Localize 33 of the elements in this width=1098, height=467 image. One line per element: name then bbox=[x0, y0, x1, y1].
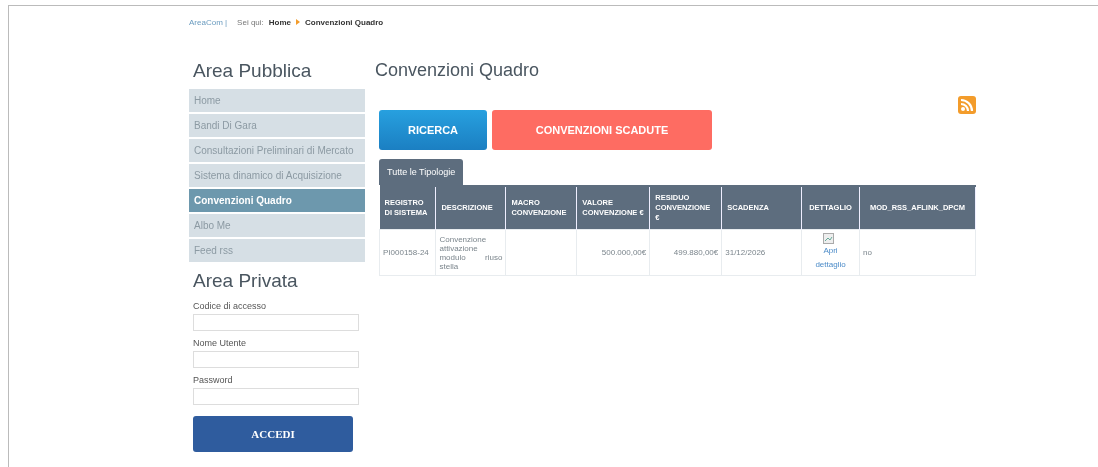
breadcrumb-link[interactable]: Home bbox=[268, 17, 291, 27]
table-cell: no bbox=[859, 229, 976, 276]
input-field[interactable] bbox=[193, 351, 359, 368]
page-title: Convenzioni Quadro bbox=[375, 60, 541, 82]
section-title: Area Privata bbox=[193, 270, 299, 293]
sidebar-item[interactable]: Bandi Di Gara bbox=[189, 114, 365, 137]
sidebar-item[interactable]: Home bbox=[189, 89, 365, 112]
chevron-icon bbox=[296, 19, 300, 25]
table-cell: Convenzione attivazione modulo riuso stella bbox=[435, 229, 506, 276]
search-button[interactable]: RICERCA bbox=[379, 110, 487, 150]
sidebar-item[interactable]: Albo Me bbox=[189, 214, 365, 237]
expired-button[interactable]: CONVENZIONI SCADUTE bbox=[492, 110, 712, 150]
login-button[interactable]: ACCEDI bbox=[193, 416, 353, 452]
table-cell: 500.000,00€ bbox=[576, 229, 650, 276]
sidebar-item[interactable]: Sistema dinamico di Acquisizione bbox=[189, 164, 365, 187]
rss-icon[interactable] bbox=[958, 96, 976, 114]
table-cell: 499.880,00€ bbox=[649, 229, 722, 276]
sidebar-item[interactable]: Feed rss bbox=[189, 239, 365, 262]
table-cell: PI000158-24 bbox=[379, 229, 436, 276]
sidebar-item[interactable]: Consultazioni Preliminari di Mercato bbox=[189, 139, 365, 162]
section-title: Area Pubblica bbox=[193, 60, 313, 83]
sidebar-item[interactable]: Convenzioni Quadro bbox=[189, 189, 365, 212]
breadcrumb-link[interactable]: Convenzioni Quadro bbox=[305, 17, 384, 27]
table-cell: 31/12/2026 bbox=[721, 229, 802, 276]
site-link[interactable]: AreaCom | bbox=[189, 17, 228, 27]
input-field[interactable] bbox=[193, 314, 359, 331]
field-label: Codice di accesso bbox=[193, 301, 268, 312]
tab[interactable]: Tutte le Tipologie bbox=[379, 159, 464, 185]
input-field[interactable] bbox=[193, 388, 359, 405]
field-label: Password bbox=[193, 375, 234, 386]
breadcrumb-label: Sei qui: bbox=[237, 17, 264, 27]
field-label: Nome Utente bbox=[193, 338, 248, 349]
broken-image-icon bbox=[823, 233, 835, 244]
